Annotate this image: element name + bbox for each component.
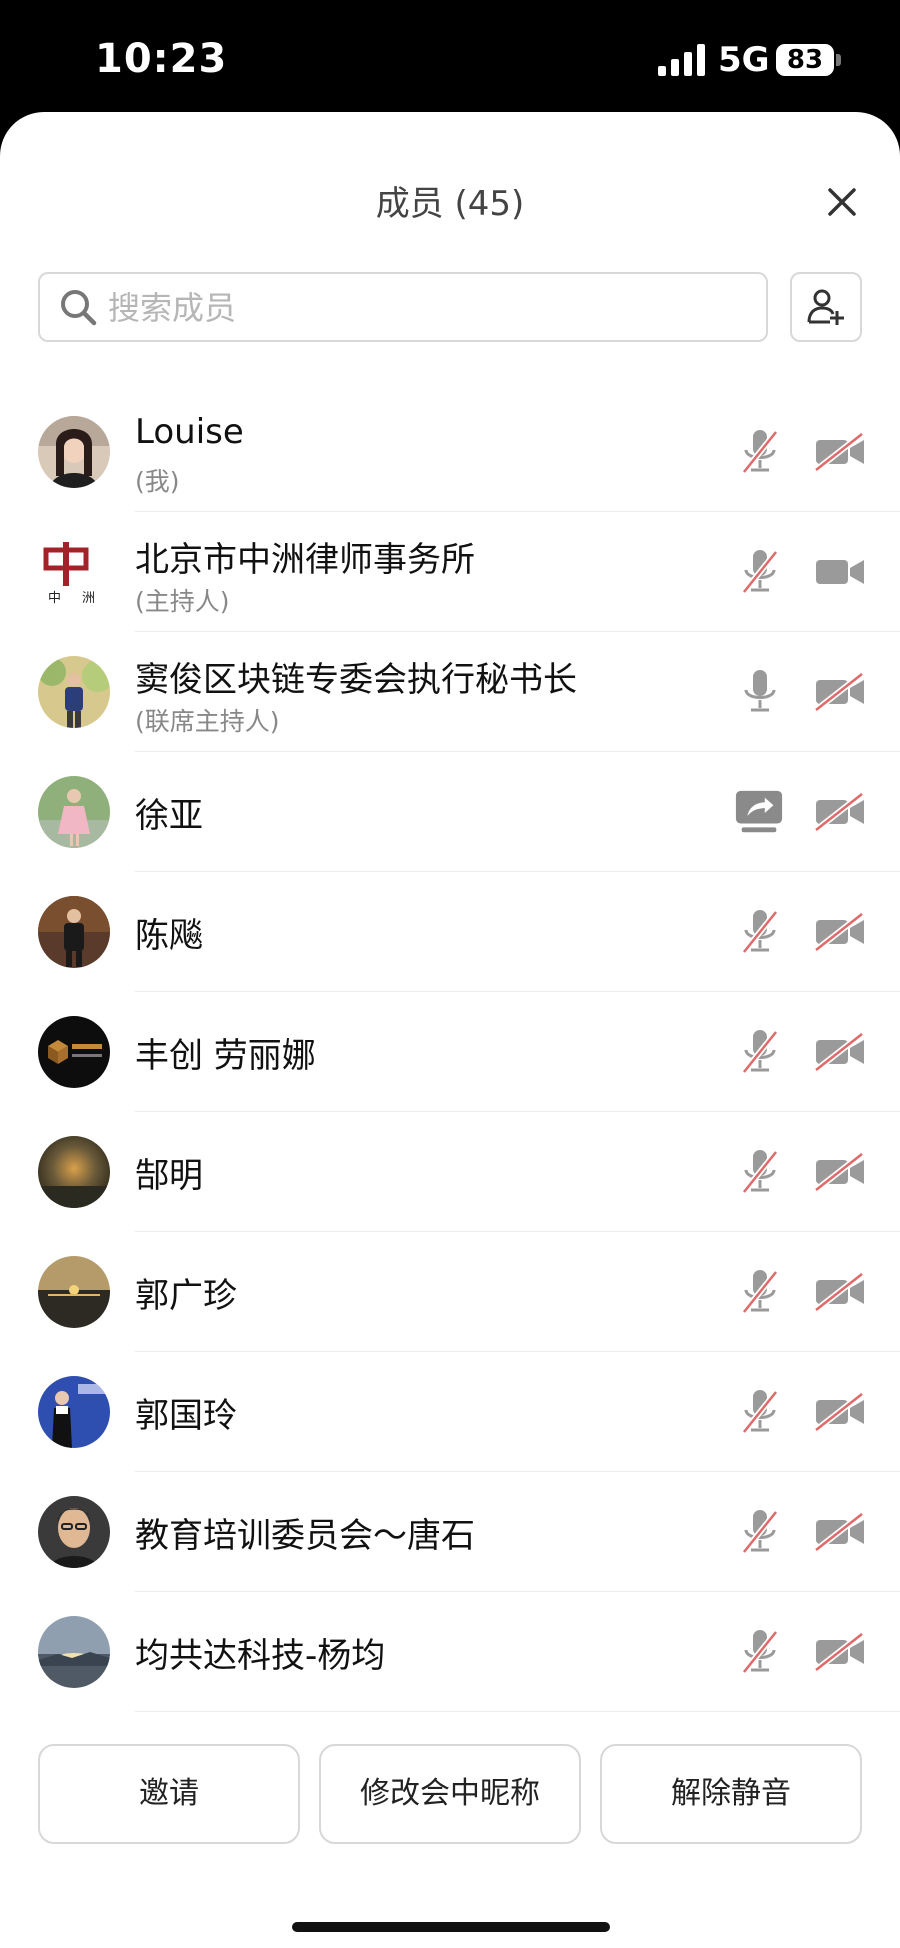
mic-muted-icon[interactable] <box>740 1508 780 1556</box>
member-row[interactable]: 郭国玲 <box>0 1352 900 1472</box>
member-list: Louise (我) 中 洲 北京市中洲律师事务所 (主持人) 窦俊区块链专委会… <box>0 392 900 1712</box>
member-row[interactable]: 中 洲 北京市中洲律师事务所 (主持人) <box>0 512 900 632</box>
home-indicator[interactable] <box>292 1922 610 1932</box>
add-person-icon <box>807 289 844 325</box>
avatar <box>38 656 110 728</box>
member-row[interactable]: 徐亚 <box>0 752 900 872</box>
camera-off-icon[interactable] <box>814 1512 866 1552</box>
member-role: (我) <box>135 467 180 496</box>
fengchuang-logo-icon <box>38 1016 110 1088</box>
mic-icon[interactable] <box>740 668 780 716</box>
avatar <box>38 776 110 848</box>
add-member-button[interactable] <box>790 272 862 342</box>
member-name: 北京市中洲律师事务所 <box>135 540 475 580</box>
member-name: 均共达科技-杨均 <box>135 1636 386 1676</box>
sheet-title: 成员 (45) <box>375 184 525 224</box>
member-name: 徐亚 <box>135 796 203 836</box>
search-icon <box>61 290 97 326</box>
camera-off-icon[interactable] <box>814 792 866 832</box>
status-bar: 10:23 5G 83 <box>0 0 900 112</box>
avatar <box>38 896 110 968</box>
member-row[interactable]: 均共达科技-杨均 <box>0 1592 900 1712</box>
zhongzhou-logo-icon: 中 洲 <box>38 536 110 608</box>
battery-icon: 83 <box>776 44 834 76</box>
avatar <box>38 1616 110 1688</box>
search-input[interactable] <box>106 274 750 342</box>
member-name: Louise <box>135 412 244 452</box>
mic-muted-icon[interactable] <box>740 548 780 596</box>
avatar <box>38 1256 110 1328</box>
mic-muted-icon[interactable] <box>740 1268 780 1316</box>
camera-off-icon[interactable] <box>814 1032 866 1072</box>
member-row[interactable]: 郜明 <box>0 1112 900 1232</box>
members-sheet: 成员 (45) 搜索成员 Louise (我) 中 洲 北京市中洲律师事务所 (… <box>0 112 900 1948</box>
member-name: 郭广珍 <box>135 1276 237 1316</box>
mic-muted-icon[interactable] <box>740 1148 780 1196</box>
svg-text:中: 中 <box>48 591 61 606</box>
mic-muted-icon[interactable] <box>740 1628 780 1676</box>
screen-share-icon[interactable] <box>734 788 784 836</box>
avatar: 中 洲 <box>38 536 110 608</box>
member-role: (主持人) <box>135 587 230 616</box>
unmute-button[interactable]: 解除静音 <box>600 1744 862 1844</box>
member-name: 教育培训委员会～唐石 <box>135 1516 475 1556</box>
mic-muted-icon[interactable] <box>740 428 780 476</box>
camera-on-icon[interactable] <box>814 552 866 592</box>
camera-off-icon[interactable] <box>814 672 866 712</box>
camera-off-icon[interactable] <box>814 1272 866 1312</box>
member-name: 陈飚 <box>135 916 203 956</box>
camera-off-icon[interactable] <box>814 1392 866 1432</box>
invite-button[interactable]: 邀请 <box>38 1744 300 1844</box>
member-row[interactable]: 教育培训委员会～唐石 <box>0 1472 900 1592</box>
network-type: 5G <box>718 40 770 80</box>
member-row[interactable]: 窦俊区块链专委会执行秘书长 (联席主持人) <box>0 632 900 752</box>
divider <box>135 1711 900 1712</box>
mic-muted-icon[interactable] <box>740 908 780 956</box>
search-box[interactable] <box>38 272 768 342</box>
mic-muted-icon[interactable] <box>740 1388 780 1436</box>
avatar <box>38 1016 110 1088</box>
member-name: 郭国玲 <box>135 1396 237 1436</box>
camera-off-icon[interactable] <box>814 1152 866 1192</box>
member-name: 丰创 劳丽娜 <box>135 1036 316 1076</box>
battery-tip <box>836 54 841 66</box>
status-time: 10:23 <box>95 36 228 82</box>
camera-off-icon[interactable] <box>814 912 866 952</box>
member-name: 郜明 <box>135 1156 203 1196</box>
svg-text:洲: 洲 <box>82 591 95 606</box>
avatar <box>38 1136 110 1208</box>
member-row[interactable]: Louise (我) <box>0 392 900 512</box>
member-row[interactable]: 郭广珍 <box>0 1232 900 1352</box>
camera-off-icon[interactable] <box>814 1632 866 1672</box>
member-row[interactable]: 丰创 劳丽娜 <box>0 992 900 1112</box>
close-icon[interactable] <box>820 180 864 224</box>
camera-off-icon[interactable] <box>814 432 866 472</box>
avatar <box>38 416 110 488</box>
member-row[interactable]: 陈飚 <box>0 872 900 992</box>
rename-button[interactable]: 修改会中昵称 <box>319 1744 581 1844</box>
avatar <box>38 1496 110 1568</box>
avatar <box>38 1376 110 1448</box>
member-role: (联席主持人) <box>135 707 280 736</box>
mic-muted-icon[interactable] <box>740 1028 780 1076</box>
signal-icon <box>658 44 705 76</box>
member-name: 窦俊区块链专委会执行秘书长 <box>135 660 577 700</box>
